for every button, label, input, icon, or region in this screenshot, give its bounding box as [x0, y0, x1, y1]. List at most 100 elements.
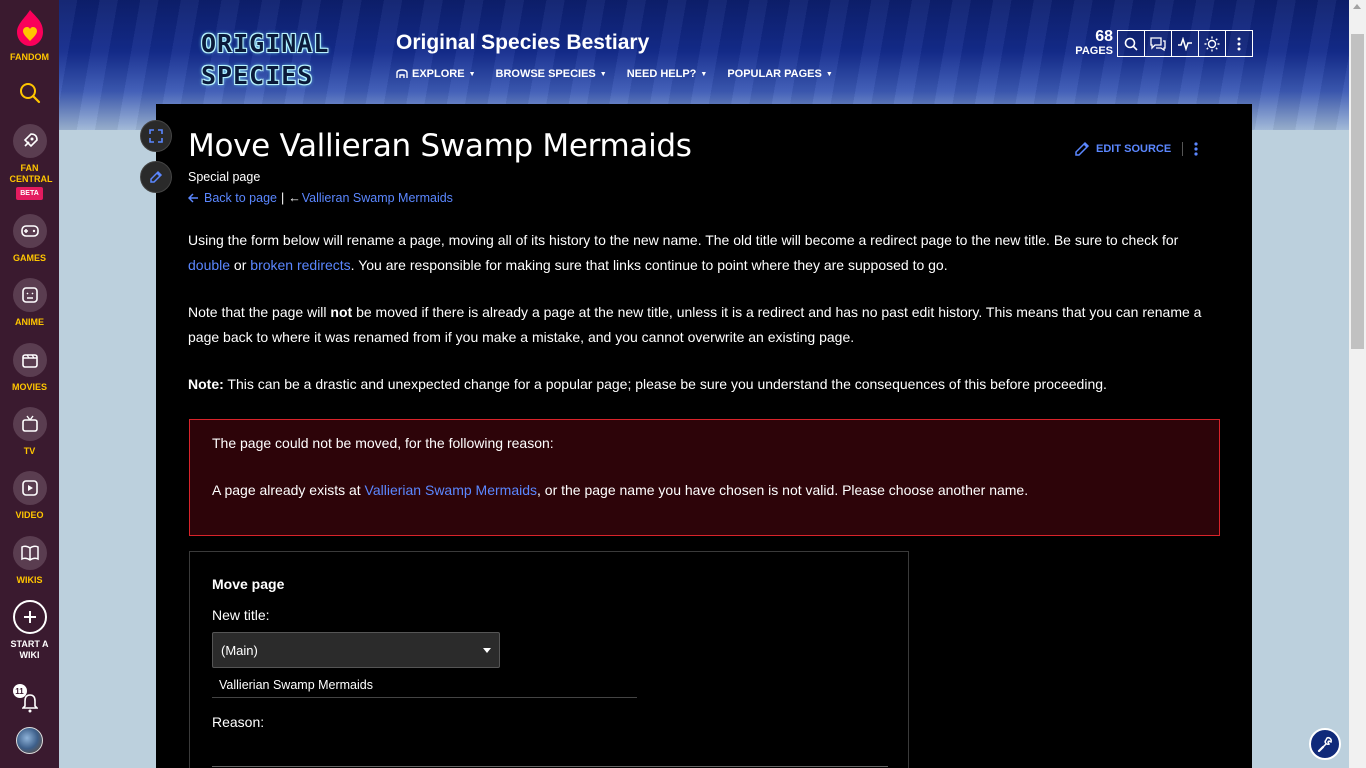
edit-source-button[interactable]: EDIT SOURCE: [1074, 141, 1171, 157]
notifications-button[interactable]: 11: [0, 684, 59, 716]
edit-floating-button[interactable]: [140, 161, 172, 193]
broken-redirects-link[interactable]: broken redirects: [250, 257, 350, 273]
reason-label: Reason:: [212, 714, 265, 730]
play-icon: [12, 471, 47, 505]
wiki-search-button[interactable]: [1117, 30, 1145, 57]
arrow-left-icon: [188, 193, 198, 203]
error-detail: A page already exists at Vallierian Swam…: [212, 482, 1029, 498]
error-message-box: The page could not be moved, for the fol…: [189, 419, 1220, 536]
wiki-navigation: EXPLORE ▼ BROWSE SPECIES ▼ NEED HELP? ▼ …: [396, 68, 833, 80]
games-link[interactable]: GAMES: [0, 214, 59, 264]
wiki-logo[interactable]: ORIGINAL SPECIES: [201, 28, 329, 92]
back-to-page-link[interactable]: Back to page: [188, 191, 277, 205]
parent-page-link[interactable]: Vallieran Swamp Mermaids: [302, 191, 453, 205]
activity-icon: [1178, 36, 1192, 51]
wiki-tools: [1117, 30, 1253, 57]
more-vertical-icon: [1194, 142, 1198, 156]
page-title: Move Vallieran Swamp Mermaids: [188, 128, 692, 164]
existing-page-link[interactable]: Vallierian Swamp Mermaids: [365, 482, 537, 498]
fandom-label: FANDOM: [10, 52, 49, 62]
anime-face-icon: [12, 278, 47, 312]
namespace-select[interactable]: (Main): [212, 632, 500, 668]
nav-explore[interactable]: EXPLORE ▼: [396, 68, 476, 80]
start-wiki-link[interactable]: START A WIKI: [0, 600, 59, 661]
beta-badge: BETA: [16, 187, 43, 200]
global-navigation: FANDOM FAN CENTRAL BETA GAMES ANIME MOVI…: [0, 0, 59, 768]
movies-link[interactable]: MOVIES: [0, 343, 59, 393]
games-label: GAMES: [12, 253, 46, 263]
fan-central-label: FAN CENTRAL: [9, 163, 53, 184]
error-heading: The page could not be moved, for the fol…: [212, 435, 554, 451]
nav-popular-pages[interactable]: POPULAR PAGES ▼: [727, 68, 832, 80]
edit-source-label: EDIT SOURCE: [1096, 143, 1172, 155]
discussions-button[interactable]: [1144, 30, 1172, 57]
tools-floating-button[interactable]: [1309, 728, 1341, 760]
start-wiki-label: START A WIKI: [10, 639, 49, 660]
move-page-form: Move page New title: (Main) Vallierian S…: [189, 551, 909, 768]
new-title-input[interactable]: Vallierian Swamp Mermaids: [212, 672, 637, 698]
compass-icon: [396, 69, 408, 78]
pages-count-label: PAGES: [1075, 45, 1113, 57]
breadcrumb-separator: |: [280, 191, 285, 205]
sun-icon: [1204, 36, 1220, 51]
form-legend: Move page: [212, 576, 285, 592]
video-link[interactable]: VIDEO: [0, 471, 59, 521]
nav-popular-pages-label: POPULAR PAGES: [727, 68, 822, 80]
nav-need-help[interactable]: NEED HELP? ▼: [627, 68, 708, 80]
wikis-label: WIKIS: [16, 575, 43, 585]
theme-toggle-button[interactable]: [1198, 30, 1226, 57]
chevron-down-icon: ▼: [825, 70, 833, 78]
search-icon: [19, 83, 40, 104]
page-content: Move Vallieran Swamp Mermaids Special pa…: [156, 104, 1252, 768]
clapperboard-icon: [12, 343, 47, 377]
scrollbar-thumb[interactable]: [1351, 34, 1364, 349]
pencil-icon: [150, 170, 163, 183]
chevron-down-icon: ▼: [700, 70, 708, 78]
intro-paragraph-1: Using the form below will rename a page,…: [188, 232, 1179, 273]
rocket-icon: [12, 124, 47, 158]
intro-paragraph-2: Note that the page will not be moved if …: [188, 304, 1202, 345]
caret-down-icon: [483, 647, 491, 653]
parent-arrow: ←: [288, 191, 301, 205]
page-actions-more-button[interactable]: [1194, 141, 1198, 162]
logo-line-2: SPECIES: [201, 61, 314, 90]
fandom-heart-icon: [16, 10, 43, 46]
expand-icon: [149, 129, 163, 143]
pages-count: 68 PAGES: [1069, 28, 1113, 58]
video-label: VIDEO: [15, 510, 44, 520]
wikis-link[interactable]: WIKIS: [0, 536, 59, 586]
tv-link[interactable]: TV: [0, 407, 59, 457]
plus-icon: [12, 600, 47, 634]
gamepad-icon: [12, 214, 47, 248]
action-divider: [1182, 142, 1183, 156]
nav-need-help-label: NEED HELP?: [626, 68, 697, 80]
reason-input[interactable]: [212, 747, 888, 767]
search-icon: [1124, 37, 1138, 51]
new-title-label: New title:: [212, 607, 270, 623]
chevron-down-icon: ▼: [599, 70, 607, 78]
tv-label: TV: [23, 446, 36, 456]
back-to-page-label: Back to page: [204, 191, 277, 205]
tv-icon: [12, 407, 47, 441]
logo-line-1: ORIGINAL: [201, 29, 330, 58]
nav-browse-species[interactable]: BROWSE SPECIES ▼: [496, 68, 607, 80]
fandom-logo[interactable]: FANDOM: [0, 8, 59, 63]
nav-browse-species-label: BROWSE SPECIES: [495, 68, 596, 80]
wiki-title[interactable]: Original Species Bestiary: [396, 31, 649, 55]
recent-changes-button[interactable]: [1171, 30, 1199, 57]
anime-label: ANIME: [15, 317, 44, 327]
chevron-down-icon: ▼: [468, 70, 476, 78]
scroll-up-arrow-icon[interactable]: [1353, 4, 1361, 9]
double-redirects-link[interactable]: double: [188, 257, 230, 273]
pages-count-number: 68: [1095, 28, 1113, 45]
page-subtitle: Special page: [188, 170, 261, 184]
bell-icon: 11: [12, 684, 41, 716]
fan-central-link[interactable]: FAN CENTRAL BETA: [0, 124, 59, 200]
breadcrumb: Back to page | ← Vallieran Swamp Mermaid…: [188, 191, 453, 205]
fullscreen-button[interactable]: [140, 120, 172, 152]
anime-link[interactable]: ANIME: [0, 278, 59, 328]
book-icon: [12, 536, 47, 570]
more-tools-button[interactable]: [1225, 30, 1253, 57]
user-avatar[interactable]: [16, 727, 43, 754]
search-button[interactable]: [0, 82, 59, 104]
